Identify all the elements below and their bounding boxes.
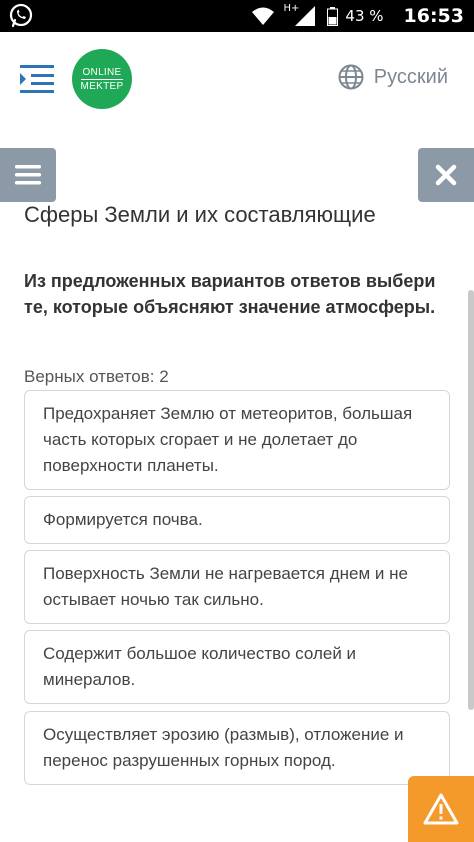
language-selector[interactable]: Русский bbox=[338, 64, 448, 90]
language-label: Русский bbox=[373, 65, 448, 88]
logo-text-bottom: MEKTEP bbox=[80, 78, 124, 92]
warning-icon bbox=[423, 793, 459, 825]
scrollbar[interactable] bbox=[468, 290, 474, 710]
correct-answers-count: Верных ответов: 2 bbox=[24, 367, 169, 386]
answer-option[interactable]: Формируется почва. bbox=[24, 496, 450, 544]
close-icon bbox=[435, 164, 457, 186]
online-mektep-logo[interactable]: ONLINE MEKTEP bbox=[72, 49, 132, 109]
page-title: Сферы Земли и их составляющие bbox=[24, 202, 376, 227]
hamburger-icon bbox=[15, 165, 41, 185]
answer-option[interactable]: Содержит большое количество солей и мине… bbox=[24, 630, 450, 704]
network-type: H+ bbox=[283, 2, 300, 14]
app-header: ONLINE MEKTEP Русский bbox=[0, 32, 474, 124]
status-bar: H+ 43 % 16:53 bbox=[0, 0, 474, 32]
logo-text-top: ONLINE bbox=[82, 66, 122, 78]
whatsapp-icon bbox=[9, 3, 33, 28]
question-text: Из предложенных вариантов ответов выбери… bbox=[24, 271, 436, 317]
close-button[interactable] bbox=[418, 148, 474, 202]
answer-option[interactable]: Осуществляет эрозию (размыв), отложение … bbox=[24, 711, 450, 785]
clock: 16:53 bbox=[403, 5, 464, 27]
battery-level: 43 % bbox=[345, 7, 384, 25]
wifi-icon bbox=[251, 7, 274, 25]
status-right: H+ 43 % 16:53 bbox=[251, 0, 464, 32]
menu-icon[interactable] bbox=[20, 62, 54, 94]
answer-option[interactable]: Поверхность Земли не нагревается днем и … bbox=[24, 550, 450, 624]
battery-icon bbox=[327, 6, 339, 26]
side-menu-button[interactable] bbox=[0, 148, 56, 202]
report-problem-button[interactable] bbox=[408, 776, 474, 842]
answer-option[interactable]: Предохраняет Землю от метеоритов, больша… bbox=[24, 390, 450, 490]
globe-icon bbox=[338, 64, 364, 90]
